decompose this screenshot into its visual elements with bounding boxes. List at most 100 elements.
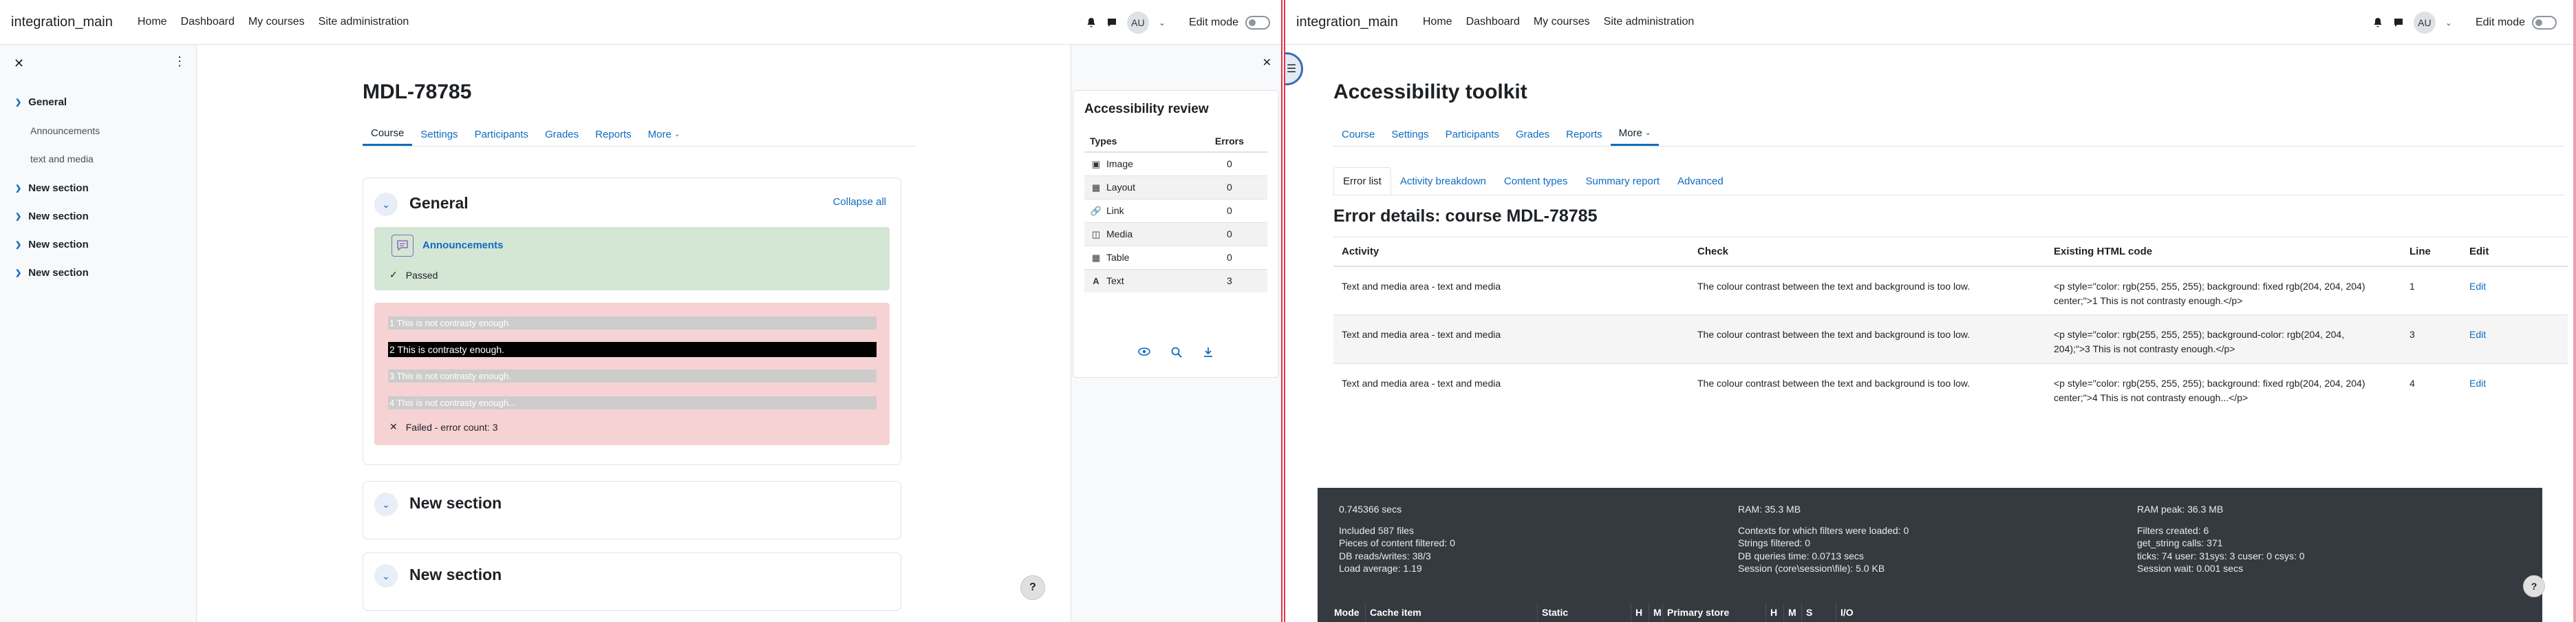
avatar[interactable]: AU: [2413, 11, 2436, 34]
media-icon: ◫: [1091, 228, 1101, 239]
edit-mode-label: Edit mode: [1188, 16, 1238, 28]
error-table: Activity Check Existing HTML code Line E…: [1333, 237, 2568, 413]
tab-more[interactable]: More ⌄: [1610, 122, 1660, 146]
help-button[interactable]: ?: [2523, 575, 2545, 597]
chevron-down-icon[interactable]: ❯: [15, 240, 21, 249]
course-index-section[interactable]: ❯ New section: [15, 211, 89, 222]
edit-mode-toggle[interactable]: [1245, 15, 1270, 30]
tab-error-list[interactable]: Error list: [1333, 167, 1391, 195]
tab-settings[interactable]: Settings: [412, 122, 466, 146]
perf-value: Session (core\session\file): 5.0 KB: [1738, 563, 1885, 574]
course-index-section-title: New section: [28, 239, 89, 250]
chevron-down-icon[interactable]: ⌄: [374, 564, 398, 588]
course-index-item[interactable]: Announcements: [30, 125, 100, 136]
course-index-item[interactable]: text and media: [30, 153, 94, 164]
course-index-section[interactable]: ❯ General: [15, 96, 67, 108]
failed-icon: ✕: [389, 421, 398, 432]
tab-reports[interactable]: Reports: [587, 122, 640, 146]
site-brand[interactable]: integration_main: [11, 14, 113, 30]
messages-icon[interactable]: [1106, 17, 1117, 28]
nav-my-courses[interactable]: My courses: [1527, 16, 1597, 28]
tab-grades[interactable]: Grades: [1507, 122, 1558, 146]
help-button[interactable]: ?: [1020, 575, 1045, 600]
perf-column: 0.745366 secs Included 587 files Pieces …: [1339, 503, 1455, 575]
bell-icon[interactable]: [2372, 17, 2383, 28]
tab-participants[interactable]: Participants: [466, 122, 537, 146]
table-row: A Text 3: [1084, 268, 1267, 292]
status-passed: ✓ Passed: [389, 269, 438, 281]
close-icon[interactable]: ✕: [1263, 56, 1271, 69]
perf-value: Strings filtered: 0: [1738, 537, 1811, 548]
collapse-all-link[interactable]: Collapse all: [833, 196, 886, 208]
type-label: Layout: [1106, 181, 1136, 193]
section-new: ⌄ New section: [363, 481, 901, 539]
course-index-section-title: New section: [28, 267, 89, 279]
perf-spacer: [1339, 516, 1455, 524]
type-label: Text: [1106, 275, 1124, 287]
edit-mode-switch[interactable]: Edit mode: [2476, 15, 2557, 30]
nav-dashboard[interactable]: Dashboard: [174, 16, 242, 28]
chevron-down-icon[interactable]: ⌄: [2445, 18, 2452, 28]
chevron-down-icon[interactable]: ⌄: [374, 193, 398, 216]
bell-icon[interactable]: [1086, 17, 1097, 28]
tab-content-types[interactable]: Content types: [1495, 167, 1577, 195]
nav-home[interactable]: Home: [1416, 16, 1459, 28]
download-icon[interactable]: [1203, 347, 1214, 361]
edit-mode-toggle[interactable]: [2532, 15, 2557, 30]
eye-icon[interactable]: [1138, 347, 1150, 361]
edit-link[interactable]: Edit: [2469, 329, 2486, 340]
cache-col-header: I/O: [1840, 607, 1854, 618]
tab-summary-report[interactable]: Summary report: [1576, 167, 1668, 195]
close-icon[interactable]: ✕: [14, 56, 24, 71]
table-header: Activity Check Existing HTML code Line E…: [1333, 237, 2568, 267]
chevron-down-icon[interactable]: ❯: [15, 184, 21, 193]
table-row: Text and media area - text and media The…: [1333, 314, 2568, 364]
tab-settings[interactable]: Settings: [1383, 122, 1437, 146]
tab-grades[interactable]: Grades: [537, 122, 587, 146]
chevron-down-icon[interactable]: ❯: [15, 98, 21, 107]
tab-course[interactable]: Course: [363, 122, 413, 146]
course-index-toggle-icon[interactable]: ☰: [1285, 52, 1303, 85]
tab-more[interactable]: More ⌄: [640, 122, 689, 146]
edit-mode-switch[interactable]: Edit mode: [1188, 15, 1270, 30]
edit-link[interactable]: Edit: [2469, 281, 2486, 292]
chevron-down-icon[interactable]: ⌄: [374, 493, 398, 516]
chevron-down-icon[interactable]: ⌄: [1159, 18, 1166, 28]
chevron-down-icon[interactable]: ❯: [15, 212, 21, 221]
activity-link[interactable]: Announcements: [422, 239, 504, 251]
activity-cell: Text and media area - text and media: [1333, 363, 1689, 413]
tab-activity-breakdown[interactable]: Activity breakdown: [1391, 167, 1495, 195]
status-failed-label: Failed - error count: 3: [405, 421, 498, 433]
tab-participants[interactable]: Participants: [1437, 122, 1507, 146]
search-icon[interactable]: [1171, 347, 1182, 361]
perf-value: Contexts for which filters were loaded: …: [1738, 524, 1909, 536]
tab-advanced[interactable]: Advanced: [1668, 167, 1732, 195]
tab-course[interactable]: Course: [1333, 122, 1383, 146]
error-count: 0: [1191, 245, 1267, 269]
course-index-section[interactable]: ❯ New section: [15, 239, 89, 250]
course-window: integration_main Home Dashboard My cours…: [0, 0, 1282, 622]
error-count: 3: [1191, 268, 1267, 292]
messages-icon[interactable]: [2393, 17, 2404, 28]
col-check: Check: [1689, 237, 2046, 267]
chevron-down-icon[interactable]: ❯: [15, 268, 21, 277]
more-options-icon[interactable]: ⋮: [173, 54, 186, 69]
course-index-section[interactable]: ❯ New section: [15, 267, 89, 279]
nav-site-administration[interactable]: Site administration: [1597, 16, 1702, 28]
perf-value: DB reads/writes: 38/3: [1339, 550, 1431, 561]
error-count: 0: [1191, 175, 1267, 199]
course-index-section[interactable]: ❯ New section: [15, 182, 89, 194]
perf-value: Pieces of content filtered: 0: [1339, 537, 1455, 548]
nav-home[interactable]: Home: [131, 16, 174, 28]
nav-dashboard[interactable]: Dashboard: [1459, 16, 1527, 28]
perf-value: Load average: 1.19: [1339, 563, 1422, 574]
line-cell: 3: [2401, 314, 2461, 364]
activity-announcements: Announcements ✓ Passed: [374, 227, 890, 290]
avatar[interactable]: AU: [1126, 11, 1149, 34]
tab-reports[interactable]: Reports: [1558, 122, 1611, 146]
nav-my-courses[interactable]: My courses: [242, 16, 312, 28]
col-errors: Errors: [1191, 131, 1267, 153]
site-brand[interactable]: integration_main: [1296, 14, 1398, 30]
nav-site-administration[interactable]: Site administration: [312, 16, 416, 28]
edit-link[interactable]: Edit: [2469, 378, 2486, 389]
